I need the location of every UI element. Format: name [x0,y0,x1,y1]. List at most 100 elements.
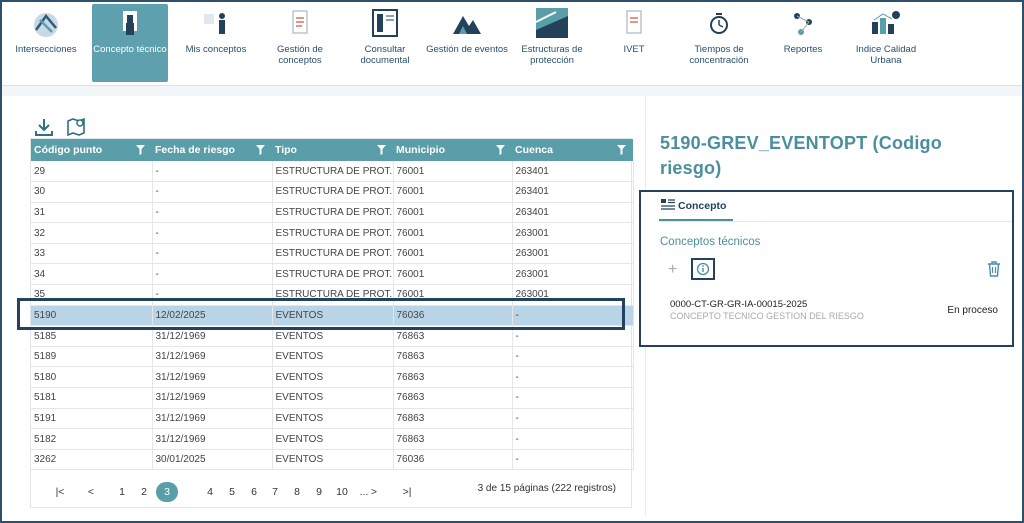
table-header-row: Código punto Fecha de riesgo Tipo Munici… [31,139,633,161]
table-row[interactable]: 5189 31/12/1969 EVENTOS 76863- [31,346,634,368]
table-cell: 31/12/1969 [152,408,273,430]
table-row[interactable]: 30- ESTRUCTURA DE PROT... 76001 263401 [31,181,634,203]
nav-item-concepto-tecnico[interactable]: Concepto técnico [92,4,168,82]
nav-item-reportes[interactable]: Reportes [772,4,834,82]
table-cell: EVENTOS [272,366,394,389]
pagination: |< < 1 2 3 4 5 6 7 8 9 10 ... > >| 3 de … [30,476,632,506]
column-header-label: Tipo [275,144,297,156]
table-cell: EVENTOS [272,387,394,409]
table-row[interactable]: 3262 30/01/2025 EVENTOS 76036- [31,449,634,471]
column-header-label: Fecha de riesgo [155,144,235,156]
table-row[interactable]: 5180 31/12/1969 EVENTOS 76863- [31,366,634,389]
first-page-button[interactable]: |< [50,483,70,501]
add-icon[interactable]: + [668,261,677,279]
table-cell: 76001 [393,181,513,203]
table-row[interactable]: 32- ESTRUCTURA DE PROT... 76001 263001 [31,222,634,244]
table-cell: 263001 [512,243,634,265]
page-button[interactable]: 6 [244,483,264,501]
table-cell: 76001 [393,202,513,224]
page-button[interactable]: 10 [332,483,352,501]
column-header-municipio[interactable]: Municipio [393,139,512,161]
table-cell: - [152,243,273,265]
page-button[interactable]: 4 [200,483,220,501]
column-header-cuenca[interactable]: Cuenca [512,139,633,161]
table-cell: 76036 [393,449,513,471]
nav-item-intersecciones[interactable]: Intersecciones [10,4,82,82]
filter-icon[interactable] [135,144,146,156]
table-row[interactable]: 34- ESTRUCTURA DE PROT... 76001 263001 [31,263,634,286]
table-cell: - [152,161,273,183]
filter-icon[interactable] [255,144,266,156]
table-cell: 30/01/2025 [152,449,273,471]
table-cell: ESTRUCTURA DE PROT... [272,202,394,224]
table-cell: 31 [31,202,153,224]
last-page-button[interactable]: >| [397,483,417,501]
tab-label: Concepto [678,200,727,212]
download-icon[interactable] [34,117,54,137]
page-button[interactable]: 1 [112,483,132,501]
nav-label: Reportes [783,44,823,55]
table-cell: 263401 [512,181,634,203]
table-row[interactable]: 5181 31/12/1969 EVENTOS 76863- [31,387,634,409]
tab-concepto[interactable]: Concepto [661,198,726,220]
table-cell: ESTRUCTURA DE PROT... [272,263,394,286]
table-row[interactable]: 29- ESTRUCTURA DE PROT... 76001 263401 [31,161,634,183]
table-cell: ESTRUCTURA DE PROT... [272,161,394,183]
nav-item-ivet[interactable]: IVET [602,4,666,82]
nav-label: Intersecciones [15,44,77,55]
nav-item-mis-conceptos[interactable]: Mis conceptos [180,4,252,82]
page-button[interactable]: 9 [309,483,329,501]
column-header-fecha[interactable]: Fecha de riesgo [152,139,272,161]
reports-icon [786,8,820,38]
page-button[interactable]: 2 [134,483,154,501]
table-cell: 31/12/1969 [152,346,273,368]
table-cell: 76001 [393,161,513,183]
table-cell: 5189 [31,346,153,368]
map-edit-icon[interactable] [66,117,86,137]
table-cell: 76863 [393,428,513,450]
ivet-icon [617,8,651,38]
my-concepts-icon [199,8,233,38]
nav-item-tiempos-concentracion[interactable]: Tiempos de concentración [678,4,760,82]
table-row[interactable]: 31- ESTRUCTURA DE PROT... 76001 263401 [31,202,634,224]
section-title: Conceptos técnicos [660,236,761,248]
page-button[interactable]: 8 [287,483,307,501]
concept-code[interactable]: 0000-CT-GR-GR-IA-00015-2025 [670,299,807,310]
column-header-label: Código punto [34,144,103,156]
nav-item-consultar-documental[interactable]: Consultar documental [350,4,420,82]
prev-page-button[interactable]: < [81,483,101,501]
table-row[interactable]: 5191 31/12/1969 EVENTOS 76863- [31,408,634,430]
concentration-times-icon [702,8,736,38]
column-header-codigo[interactable]: Código punto [31,139,152,161]
page-button[interactable]: 7 [265,483,285,501]
table-row[interactable]: 33- ESTRUCTURA DE PROT... 76001 263001 [31,243,634,265]
filter-icon[interactable] [495,144,506,156]
pagination-info: 3 de 15 páginas (222 registros) [477,483,616,494]
table-cell: 263401 [512,161,634,183]
filter-icon[interactable] [376,144,387,156]
detail-title: 5190-GREV_EVENTOPT (Codigo riesgo) [660,133,942,178]
nav-item-gestion-eventos[interactable]: Gestión de eventos [422,4,512,82]
nav-item-estructuras-proteccion[interactable]: Estructuras de protección [514,4,590,82]
table-cell: EVENTOS [272,449,394,471]
delete-icon[interactable] [987,261,1001,277]
column-header-tipo[interactable]: Tipo [272,139,393,161]
info-button[interactable] [691,258,715,280]
table-cell: - [512,408,634,430]
table-cell: 31/12/1969 [152,366,273,389]
table-cell: 33 [31,243,153,265]
nav-label: Tiempos de concentración [689,44,749,66]
nav-item-gestion-conceptos[interactable]: Gestión de conceptos [264,4,336,82]
filter-icon[interactable] [616,144,627,156]
page-button-current[interactable]: 3 [156,482,178,502]
table-cell: 263401 [512,202,634,224]
table-row[interactable]: 5182 31/12/1969 EVENTOS 76863- [31,428,634,450]
next-page-button[interactable]: > [364,483,384,501]
page-button[interactable]: 5 [222,483,242,501]
nav-item-indice-calidad-urbana[interactable]: Indice Calidad Urbana [844,4,928,82]
concept-management-icon [283,8,317,38]
table-cell: 3262 [31,449,153,471]
nav-label: Mis conceptos [185,44,247,55]
table-cell: 263001 [512,263,634,286]
event-management-icon [450,8,484,38]
